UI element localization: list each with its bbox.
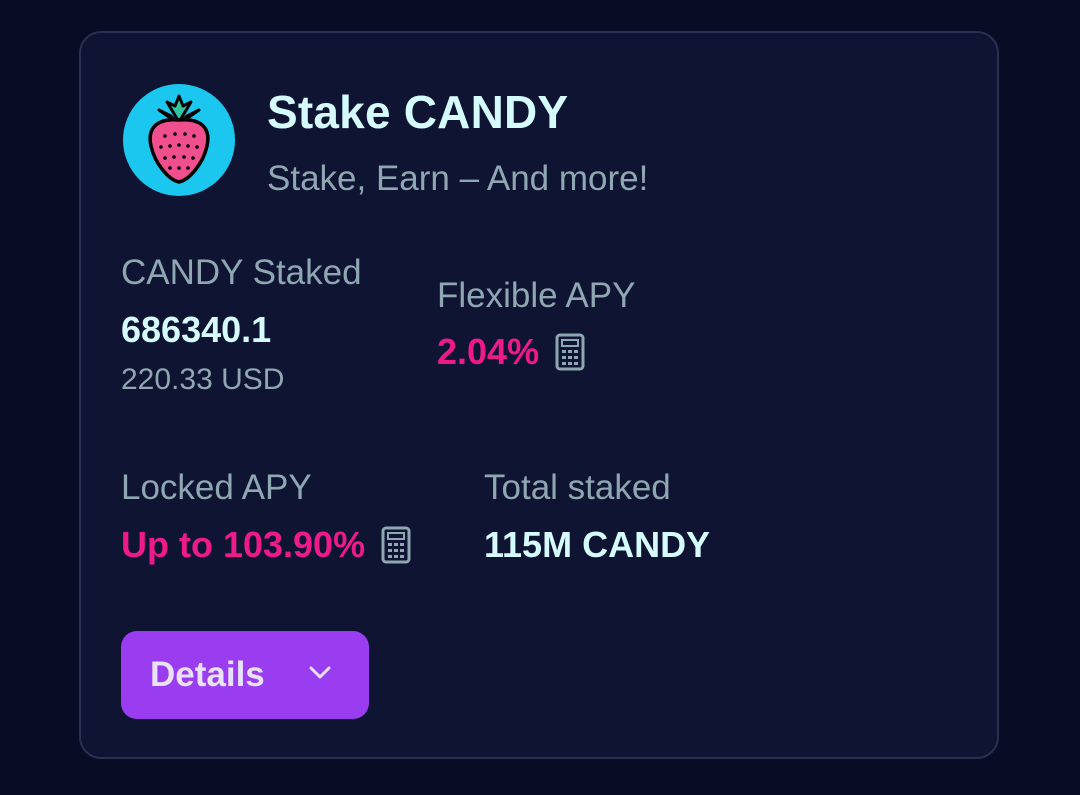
calculator-icon[interactable] bbox=[555, 333, 585, 371]
locked-apy-value: Up to 103.90% bbox=[121, 524, 366, 565]
staked-label: CANDY Staked bbox=[121, 253, 362, 292]
details-button[interactable]: Details bbox=[121, 631, 369, 719]
staked-value: 686340.1 bbox=[121, 309, 272, 350]
stake-pool-card: Stake CANDY Stake, Earn – And more! CAND… bbox=[79, 31, 999, 759]
total-staked-value: 115M CANDY bbox=[484, 524, 711, 565]
locked-apy-label: Locked APY bbox=[121, 468, 312, 507]
staked-usd-value: 220.33 USD bbox=[121, 363, 285, 396]
chevron-down-icon bbox=[307, 663, 333, 683]
locked-apy-row: Up to 103.90% bbox=[121, 524, 411, 566]
calculator-icon[interactable] bbox=[381, 526, 411, 564]
strawberry-logo-icon bbox=[123, 84, 235, 196]
details-button-label: Details bbox=[150, 655, 265, 694]
flexible-apy-label: Flexible APY bbox=[437, 276, 636, 315]
total-staked-label: Total staked bbox=[484, 468, 671, 507]
pool-subtitle: Stake, Earn – And more! bbox=[267, 159, 649, 198]
pool-title: Stake CANDY bbox=[267, 86, 569, 138]
flexible-apy-row: 2.04% bbox=[437, 331, 585, 373]
flexible-apy-value: 2.04% bbox=[437, 331, 540, 372]
